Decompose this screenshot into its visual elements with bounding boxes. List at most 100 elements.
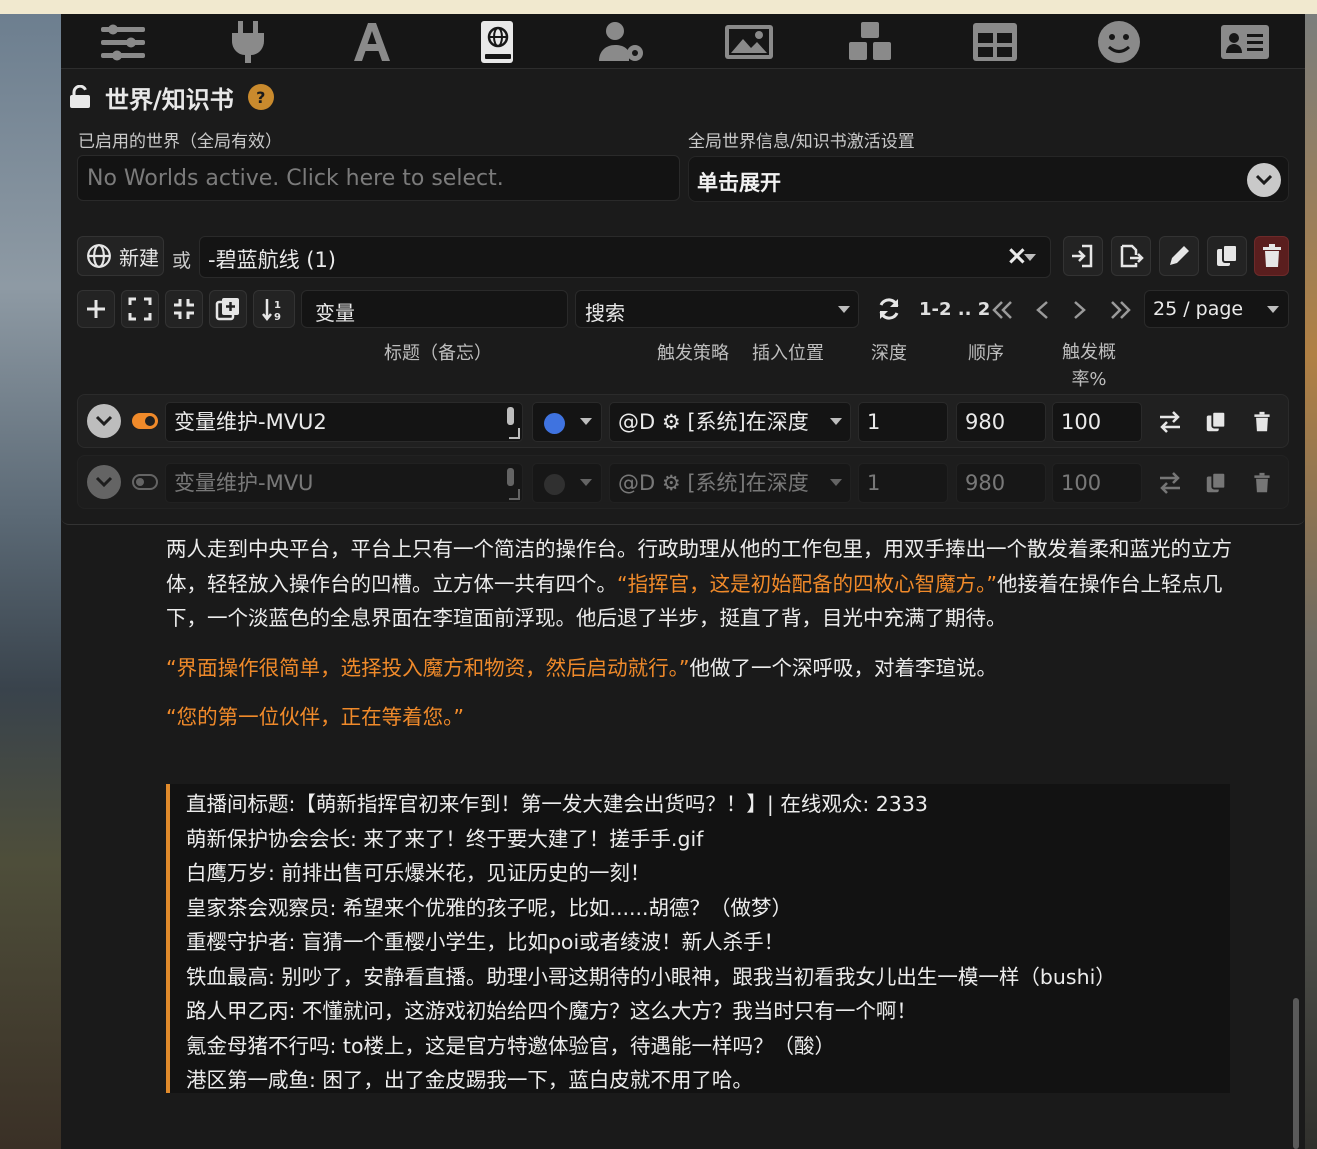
sort-button[interactable]: 19 — [253, 290, 295, 328]
position-select[interactable]: @D ⚙ [系统]在深度 — [609, 463, 851, 503]
probability-value: 100 — [1061, 410, 1102, 434]
expand-all-button[interactable] — [121, 290, 159, 328]
grid-icon[interactable] — [967, 17, 1023, 67]
copy-entry-icon[interactable] — [1198, 405, 1234, 439]
depth-value: 1 — [867, 471, 881, 495]
resize-handle-icon[interactable] — [509, 489, 520, 500]
first-page-icon[interactable] — [986, 295, 1018, 325]
world-info-drawer: 世界/知识书 ? 已启用的世界（全局有效） No Worlds active. … — [61, 69, 1305, 525]
delete-entry-icon[interactable] — [1244, 466, 1280, 500]
image-icon[interactable] — [721, 17, 777, 67]
collapse-icon — [174, 299, 194, 319]
column-order: 顺序 — [968, 343, 1004, 364]
help-icon[interactable]: ? — [247, 84, 274, 110]
add-entry-button[interactable] — [77, 290, 115, 328]
comment-line: 氪金母猪不行吗: to楼上，这是官方特邀体验官，待遇能一样吗？（酸） — [186, 1033, 836, 1058]
book-globe-icon[interactable] — [469, 17, 525, 67]
last-page-icon[interactable] — [1105, 295, 1137, 325]
active-worlds-placeholder: No Worlds active. Click here to select. — [87, 166, 504, 191]
order-input[interactable]: 980 — [956, 463, 1046, 503]
sliders-icon[interactable] — [95, 17, 151, 67]
chat-message: 两人走到中央平台，平台上只有一个简洁的操作台。行政助理从他的工作包里，用双手捧出… — [166, 532, 1246, 735]
global-settings-label: 全局世界信息/知识书激活设置 — [688, 132, 915, 152]
comment-line: 路人甲乙丙: 不懂就问，这游戏初始给四个魔方？这么大方？我当时只有一个啊！ — [186, 999, 917, 1023]
active-worlds-selector[interactable]: No Worlds active. Click here to select. — [77, 155, 680, 201]
smile-icon[interactable] — [1091, 17, 1147, 67]
sort-numeric-icon: 19 — [262, 299, 281, 322]
entry-search-input[interactable]: 变量 — [301, 290, 568, 328]
move-entry-icon[interactable] — [1152, 405, 1188, 439]
entry-title-field[interactable]: 变量维护-MVU — [165, 463, 523, 503]
order-value: 980 — [965, 471, 1006, 495]
column-depth: 深度 — [871, 343, 907, 364]
depth-input[interactable]: 1 — [858, 463, 948, 503]
book-select-value: -碧蓝航线 (1) — [208, 248, 336, 272]
livestream-comments-quote: 直播间标题:【萌新指挥官初来乍到！第一发大建会出货吗？！】| 在线观众: 233… — [166, 784, 1230, 1093]
new-book-label: 新建 — [119, 245, 159, 270]
probability-input[interactable]: 100 — [1052, 463, 1142, 503]
chat-scrollbar[interactable] — [1293, 998, 1299, 1149]
global-settings-expander[interactable]: 单击展开 — [688, 156, 1289, 202]
fill-memos-button[interactable] — [209, 290, 247, 328]
duplicate-book-button[interactable] — [1207, 236, 1247, 276]
expand-entry-icon[interactable] — [87, 465, 121, 499]
entry-title-field[interactable]: 变量维护-MVU2 — [165, 402, 523, 442]
position-value: @D ⚙ [系统]在深度 — [618, 471, 809, 495]
move-entry-icon[interactable] — [1152, 466, 1188, 500]
comment-line: 直播间标题:【萌新指挥官初来乍到！第一发大建会出货吗？！】| 在线观众: 233… — [186, 792, 928, 816]
probability-input[interactable]: 100 — [1052, 402, 1142, 442]
strategy-select[interactable] — [532, 463, 602, 503]
depth-input[interactable]: 1 — [858, 402, 948, 442]
entry-row: 变量维护-MVU2 @D ⚙ [系统]在深度 1 980 100 — [77, 394, 1289, 448]
new-book-button[interactable]: 新建 — [77, 236, 164, 276]
import-icon — [1072, 244, 1093, 268]
prev-page-icon[interactable] — [1027, 295, 1057, 325]
next-page-icon[interactable] — [1065, 295, 1095, 325]
font-icon[interactable] — [344, 17, 400, 67]
rename-button[interactable] — [1159, 236, 1199, 276]
book-select[interactable]: -碧蓝航线 (1) × — [199, 236, 1051, 278]
id-card-icon[interactable] — [1217, 17, 1273, 67]
copy-icon — [1217, 244, 1238, 266]
entry-toggle[interactable] — [132, 413, 158, 429]
page-size-value: 25 / page — [1153, 298, 1244, 320]
unlock-icon[interactable] — [69, 85, 91, 109]
strategy-dot-icon — [544, 413, 565, 434]
sort-select[interactable]: 搜索 — [575, 290, 859, 328]
order-input[interactable]: 980 — [956, 402, 1046, 442]
collapse-all-button[interactable] — [165, 290, 203, 328]
user-gear-icon[interactable] — [595, 17, 651, 67]
expand-entry-icon[interactable] — [87, 404, 121, 438]
position-select[interactable]: @D ⚙ [系统]在深度 — [609, 402, 851, 442]
trash-icon — [1262, 244, 1281, 267]
entry-title: 变量维护-MVU — [174, 471, 314, 495]
copy-entry-icon[interactable] — [1198, 466, 1234, 500]
probability-value: 100 — [1061, 471, 1102, 495]
app-window: 世界/知识书 ? 已启用的世界（全局有效） No Worlds active. … — [61, 14, 1305, 1149]
top-nav-bar — [61, 14, 1305, 69]
active-worlds-label: 已启用的世界（全局有效） — [78, 132, 282, 152]
plug-icon[interactable] — [220, 17, 276, 67]
import-button[interactable] — [1063, 236, 1103, 276]
column-probability: 触发概率% — [1062, 342, 1116, 390]
square-plus-icon — [215, 298, 239, 321]
dropdown-arrow-icon — [838, 306, 850, 313]
chevron-down-icon[interactable] — [1247, 163, 1281, 197]
export-button[interactable] — [1111, 236, 1151, 276]
expand-icon — [128, 297, 152, 321]
browser-top-strip — [0, 0, 1317, 14]
comment-line: 皇家茶会观察员: 希望来个优雅的孩子呢，比如......胡德？（做梦） — [186, 895, 793, 920]
sort-select-value: 搜索 — [585, 301, 625, 325]
delete-book-button[interactable] — [1254, 236, 1289, 276]
strategy-select[interactable] — [532, 402, 602, 442]
comment-line: 萌新保护协会会长: 来了来了！终于要大建了！搓手手.gif — [186, 826, 704, 851]
refresh-icon[interactable] — [871, 291, 907, 327]
page-size-select[interactable]: 25 / page — [1144, 290, 1289, 328]
entry-toggle[interactable] — [132, 474, 158, 490]
comment-line: 铁血最高: 别吵了，安静看直播。助理小哥这期待的小眼神，跟我当初看我女儿出生一模… — [186, 964, 1116, 989]
delete-entry-icon[interactable] — [1244, 405, 1280, 439]
resize-handle-icon[interactable] — [509, 428, 520, 439]
cubes-icon[interactable] — [843, 17, 899, 67]
drawer-header: 世界/知识书 ? — [69, 81, 274, 114]
plus-icon — [87, 300, 105, 318]
